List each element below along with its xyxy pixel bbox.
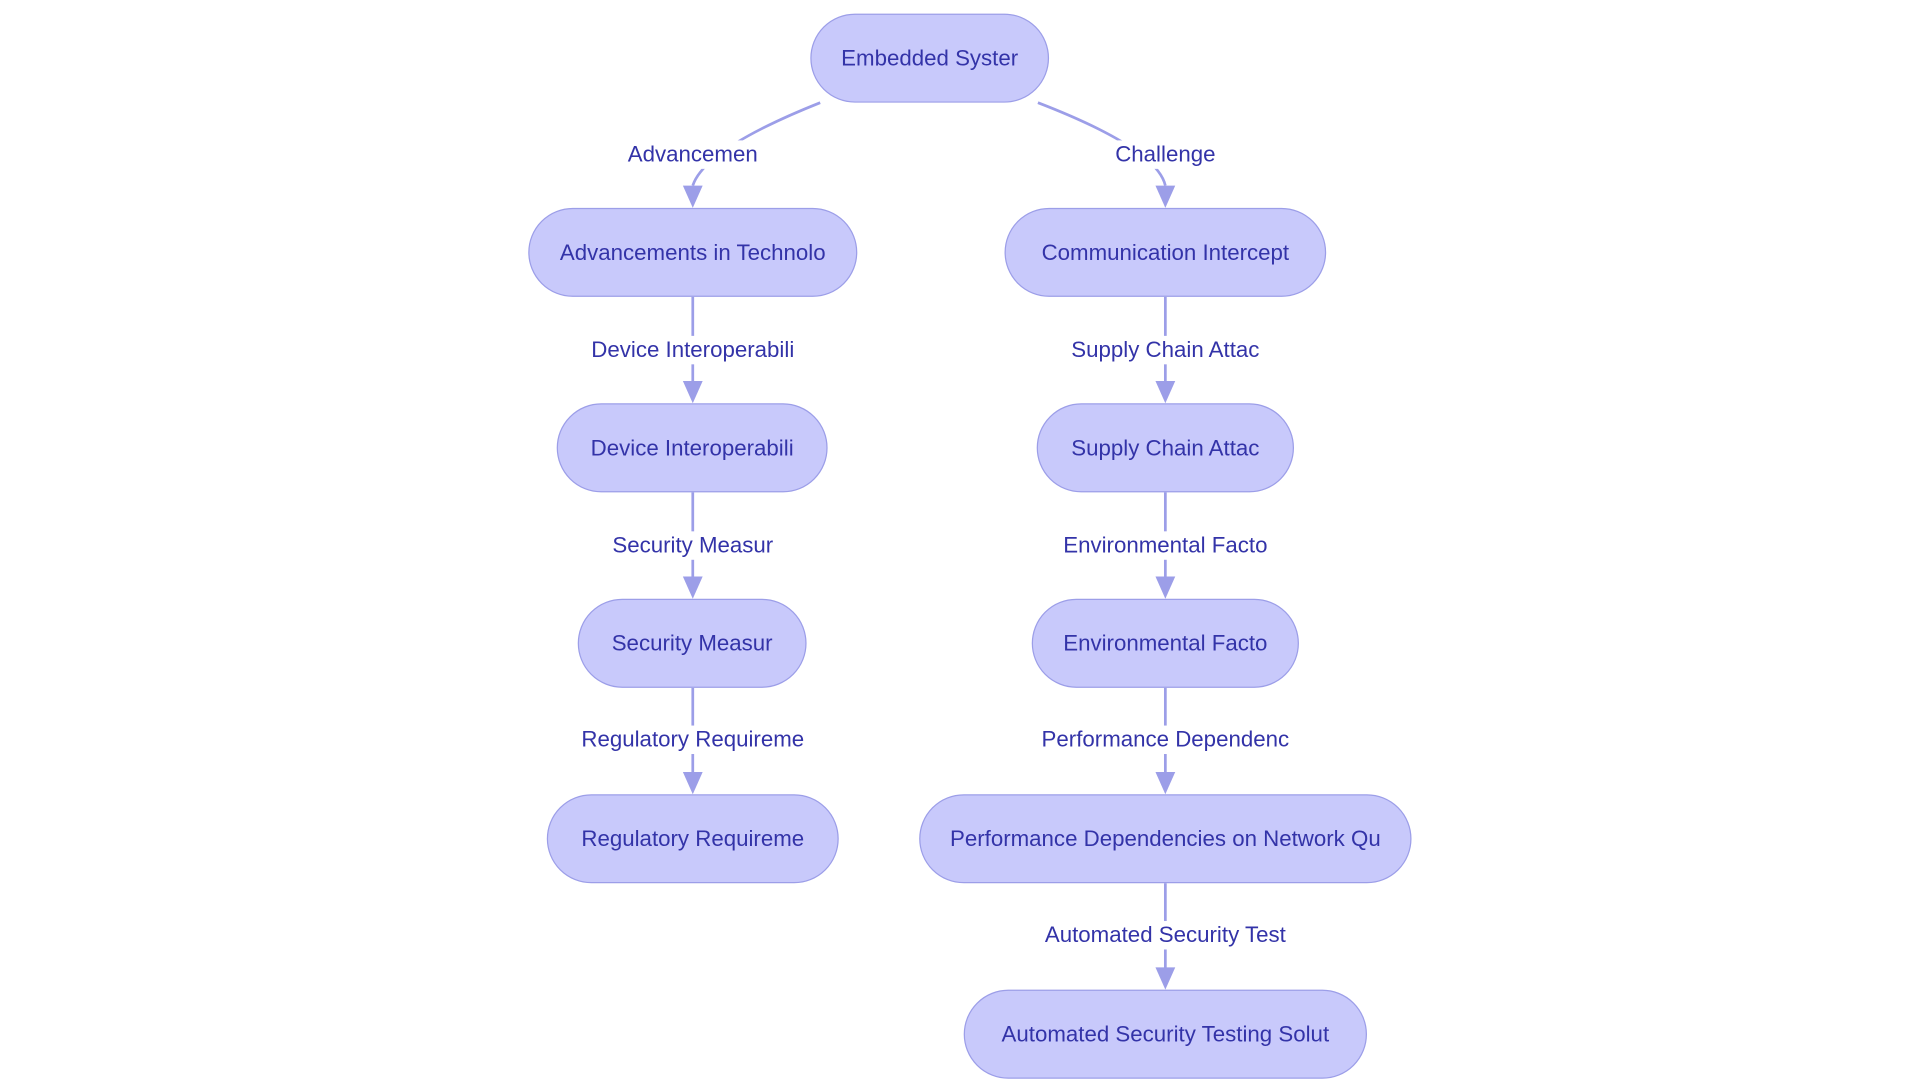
node-performance-dependencies[interactable]: Performance Dependencies on Network Qu [919, 794, 1412, 884]
node-label: Security Measur [611, 630, 773, 656]
arrowhead [682, 771, 703, 795]
node-regulatory-requirements[interactable]: Regulatory Requireme [546, 794, 839, 884]
edge-label-security-measures: Security Measur [609, 531, 776, 560]
node-label: Environmental Facto [1063, 630, 1268, 656]
edge-label-automated-security-testing: Automated Security Test [1042, 921, 1289, 950]
edge-label-advancements: Advancemen [625, 140, 761, 169]
node-device-interoperability[interactable]: Device Interoperabili [556, 403, 828, 493]
arrowhead [682, 381, 703, 404]
node-embedded-systems[interactable]: Embedded Syster [810, 13, 1050, 103]
node-security-measures[interactable]: Security Measur [577, 598, 807, 688]
node-label: Regulatory Requireme [581, 825, 805, 851]
node-automated-security-testing[interactable]: Automated Security Testing Solut [963, 989, 1367, 1079]
arrowhead [1155, 967, 1176, 990]
node-communication-interception[interactable]: Communication Intercept [1004, 207, 1327, 297]
node-label: Communication Intercept [1041, 239, 1290, 265]
node-supply-chain-attacks[interactable]: Supply Chain Attac [1036, 403, 1295, 493]
node-label: Automated Security Testing Solut [1001, 1021, 1330, 1046]
node-environmental-factors[interactable]: Environmental Facto [1031, 598, 1299, 688]
arrowhead [1155, 771, 1176, 795]
edge-label-environmental-factors: Environmental Facto [1060, 531, 1270, 560]
edge-label-supply-chain-attacks: Supply Chain Attac [1068, 335, 1262, 365]
node-label: Supply Chain Attac [1071, 434, 1260, 460]
edge-label-device-interoperability: Device Interoperabili [588, 335, 797, 365]
arrowhead [682, 185, 703, 208]
node-label: Performance Dependencies on Network Qu [949, 825, 1381, 851]
edges-layer [682, 101, 1176, 990]
arrowhead [682, 576, 703, 599]
edge-label-performance-dependencies: Performance Dependenc [1039, 725, 1292, 755]
edge-label-challenges: Challenge [1112, 140, 1218, 169]
arrowhead [1155, 185, 1176, 208]
node-advancements-in-technology[interactable]: Advancements in Technolo [528, 207, 858, 297]
node-label: Advancements in Technolo [559, 239, 826, 265]
arrowhead [1155, 576, 1176, 599]
node-label: Device Interoperabili [590, 434, 794, 460]
edge-label-regulatory-requirements: Regulatory Requireme [578, 725, 807, 755]
flowchart: Advancemen Challenge Device Interoperabi… [0, 0, 1920, 1080]
node-label: Embedded Syster [841, 45, 1019, 70]
arrowhead [1155, 381, 1176, 404]
